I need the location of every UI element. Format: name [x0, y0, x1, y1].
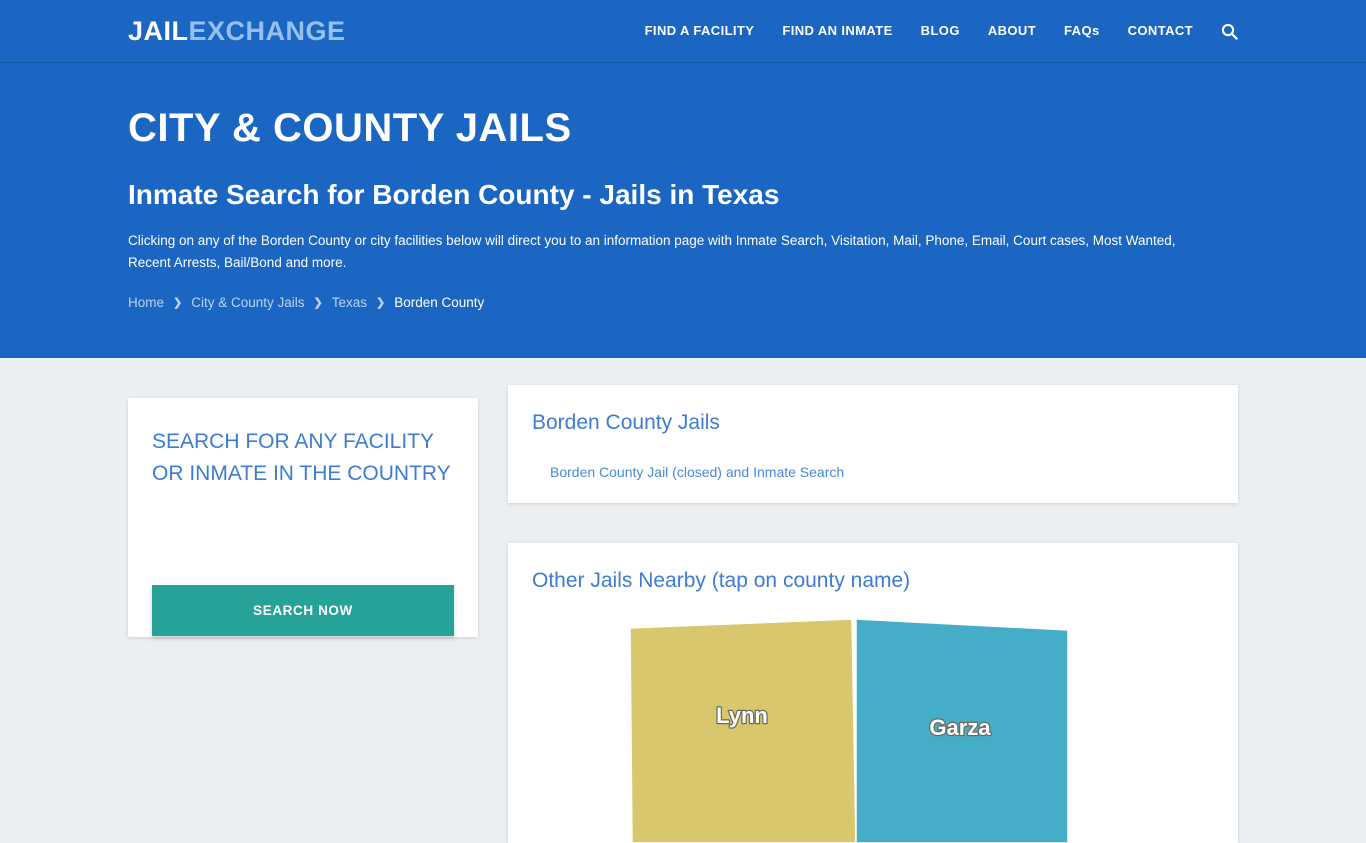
main-menu: FIND A FACILITY FIND AN INMATE BLOG ABOU… [631, 22, 1238, 40]
map-label-lynn[interactable]: Lynn [715, 702, 769, 730]
search-icon[interactable] [1207, 23, 1238, 40]
map-label-garza[interactable]: Garza [928, 714, 992, 742]
logo-text-jail: JAIL [128, 16, 189, 46]
breadcrumb-item-home[interactable]: Home [128, 293, 164, 313]
nav-blog[interactable]: BLOG [907, 22, 974, 40]
search-card-title: SEARCH FOR ANY FACILITY OR INMATE IN THE… [152, 430, 451, 485]
nav-find-a-facility[interactable]: FIND A FACILITY [631, 22, 769, 40]
logo-text-exchange: EXCHANGE [188, 16, 346, 46]
nav-faqs[interactable]: FAQs [1050, 22, 1114, 40]
page-hero: CITY & COUNTY JAILS Inmate Search for Bo… [0, 63, 1366, 358]
page-description: Clicking on any of the Borden County or … [128, 233, 1176, 270]
nearby-jails-title: Other Jails Nearby (tap on county name) [532, 569, 911, 592]
county-jails-title: Borden County Jails [532, 411, 720, 434]
chevron-right-icon: ❯ [313, 297, 323, 309]
county-jails-card: Borden County Jails Borden County Jail (… [508, 385, 1238, 503]
page-title: CITY & COUNTY JAILS [128, 106, 572, 150]
chevron-right-icon: ❯ [376, 297, 386, 309]
search-facility-card: SEARCH FOR ANY FACILITY OR INMATE IN THE… [128, 398, 478, 637]
breadcrumb: Home ❯ City & County Jails ❯ Texas ❯ Bor… [128, 293, 484, 313]
breadcrumb-current-borden-county: Borden County [394, 295, 485, 310]
nearby-jails-card: Other Jails Nearby (tap on county name) … [508, 543, 1238, 843]
top-navigation-bar: JAILEXCHANGE FIND A FACILITY FIND AN INM… [0, 0, 1366, 63]
nav-contact[interactable]: CONTACT [1114, 22, 1207, 40]
breadcrumb-item-city-county-jails[interactable]: City & County Jails [191, 293, 304, 313]
site-logo[interactable]: JAILEXCHANGE [128, 18, 346, 45]
county-jails-list: Borden County Jail (closed) and Inmate S… [550, 461, 844, 483]
chevron-right-icon: ❯ [173, 297, 183, 309]
list-item[interactable]: Borden County Jail (closed) and Inmate S… [550, 461, 844, 483]
main-content: SEARCH FOR ANY FACILITY OR INMATE IN THE… [0, 358, 1366, 843]
nav-find-an-inmate[interactable]: FIND AN INMATE [768, 22, 906, 40]
nav-about[interactable]: ABOUT [974, 22, 1050, 40]
county-map[interactable]: Lynn Garza [508, 601, 1238, 843]
map-region-lynn[interactable] [629, 618, 857, 843]
breadcrumb-item-texas[interactable]: Texas [332, 293, 367, 313]
search-now-button[interactable]: SEARCH NOW [152, 585, 454, 636]
page-subtitle: Inmate Search for Borden County - Jails … [128, 179, 780, 210]
